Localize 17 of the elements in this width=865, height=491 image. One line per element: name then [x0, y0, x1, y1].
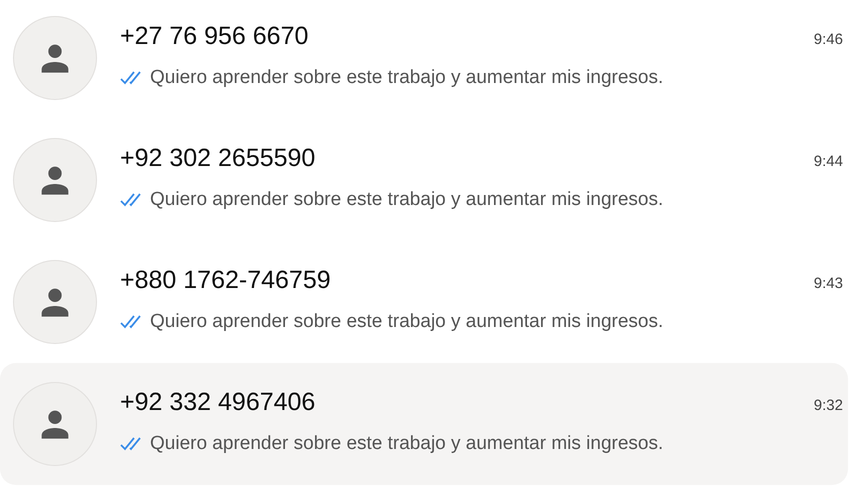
message-preview: Quiero aprender sobre este trabajo y aumentar mis ingresos. — [150, 66, 664, 90]
message-time: 9:44 — [814, 152, 843, 172]
message-preview: Quiero aprender sobre este trabajo y aumentar mis ingresos. — [150, 432, 664, 456]
contact-name: +27 76 956 6670 — [120, 24, 308, 49]
contact-name: +880 1762-746759 — [120, 268, 331, 293]
contact-name: +92 302 2655590 — [120, 146, 316, 171]
message-preview: Quiero aprender sobre este trabajo y aumentar mis ingresos. — [150, 310, 664, 334]
person-icon — [39, 42, 71, 74]
message-time: 9:32 — [814, 396, 843, 416]
message-preview: Quiero aprender sobre este trabajo y aumentar mis ingresos. — [150, 188, 664, 212]
person-icon — [39, 164, 71, 196]
message-time: 9:43 — [814, 274, 843, 294]
person-icon — [39, 408, 71, 440]
message-time: 9:46 — [814, 30, 843, 50]
chat-row[interactable]: +92 332 4967406 9:32 Quiero aprender sobre este trabajo y aumentar mis ingresos. — [0, 363, 848, 485]
person-icon — [39, 286, 71, 318]
contact-name: +92 332 4967406 — [120, 390, 316, 415]
